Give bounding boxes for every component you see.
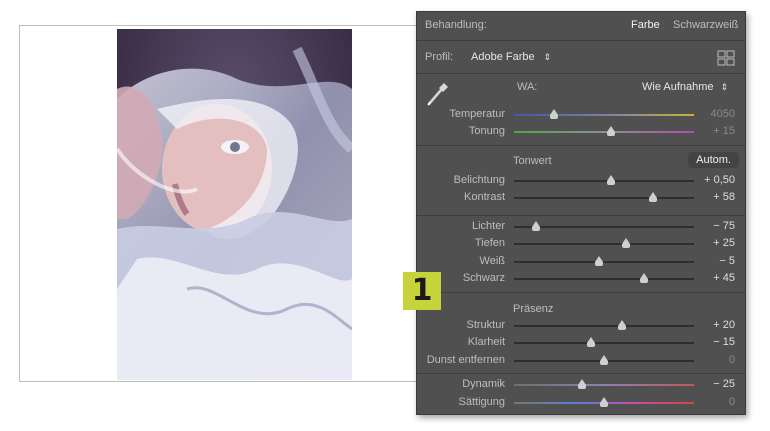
- wb-value: Wie Aufnahme: [642, 81, 714, 93]
- slider-thumb[interactable]: [587, 337, 596, 347]
- slider-track[interactable]: [514, 256, 694, 266]
- divider: [417, 215, 745, 216]
- slider-value[interactable]: + 20: [713, 319, 735, 331]
- slider-track[interactable]: [514, 397, 694, 407]
- slider-value[interactable]: + 45: [713, 272, 735, 284]
- slider-value[interactable]: − 5: [719, 255, 735, 267]
- profile-label: Profil:: [425, 51, 454, 63]
- slider-label: Belichtung: [453, 174, 505, 186]
- profile-value: Adobe Farbe: [471, 51, 535, 63]
- wb-row: WA: Wie Aufnahme ⇕: [417, 79, 745, 109]
- wb-select[interactable]: Wie Aufnahme ⇕: [642, 81, 728, 93]
- slider-track[interactable]: [514, 273, 694, 283]
- slider-value[interactable]: − 75: [713, 220, 735, 232]
- slider-value[interactable]: − 25: [713, 378, 735, 390]
- tone-heading-row: Tonwert Autom.: [417, 152, 745, 171]
- divider: [417, 73, 745, 74]
- slider-thumb[interactable]: [648, 192, 657, 202]
- slider-thumb[interactable]: [621, 238, 630, 248]
- slider-track[interactable]: [514, 337, 694, 347]
- slider-row-schwarz: Schwarz + 45: [417, 270, 745, 288]
- slider-track[interactable]: [514, 192, 694, 202]
- slider-track[interactable]: [514, 126, 694, 136]
- slider-label: Schwarz: [462, 272, 505, 284]
- slider-label: Struktur: [466, 319, 505, 331]
- slider-row-weiß: Weiß − 5: [417, 253, 745, 271]
- updown-icon: ⇕: [543, 52, 552, 62]
- slider-row-struktur: Struktur + 20: [417, 317, 745, 335]
- basic-panel: Behandlung: Farbe | Schwarzweiß Profil: …: [416, 11, 746, 415]
- slider-label: Weiß: [479, 255, 505, 267]
- slider-label: Tiefen: [474, 237, 505, 249]
- slider-row-kontrast: Kontrast + 58: [417, 189, 745, 207]
- treatment-color-option[interactable]: Farbe: [631, 19, 660, 31]
- divider: [417, 40, 745, 41]
- slider-value[interactable]: 0: [729, 354, 735, 366]
- slider-track[interactable]: [514, 221, 694, 231]
- slider-row-dunst-entfernen: Dunst entfernen 0: [417, 352, 745, 370]
- slider-track[interactable]: [514, 238, 694, 248]
- presence-heading: Präsenz: [513, 303, 554, 315]
- treatment-bw-option[interactable]: Schwarzweiß: [673, 19, 738, 31]
- slider-thumb[interactable]: [531, 221, 540, 231]
- slider-row-klarheit: Klarheit − 15: [417, 334, 745, 352]
- photo-art: [117, 29, 352, 380]
- slider-value[interactable]: + 15: [713, 125, 735, 137]
- slider-thumb[interactable]: [578, 379, 587, 389]
- slider-label: Dynamik: [462, 378, 505, 390]
- slider-value[interactable]: + 25: [713, 237, 735, 249]
- divider: [417, 373, 745, 374]
- slider-value[interactable]: + 0,50: [704, 174, 735, 186]
- slider-thumb[interactable]: [594, 256, 603, 266]
- treatment-separator: |: [662, 19, 665, 31]
- slider-row-lichter: Lichter − 75: [417, 218, 745, 236]
- slider-value[interactable]: 4050: [711, 108, 735, 120]
- step-badge: 1: [403, 272, 441, 310]
- treatment-label: Behandlung:: [425, 19, 487, 31]
- slider-thumb[interactable]: [600, 397, 608, 407]
- slider-row-sättigung: Sättigung 0: [417, 394, 745, 412]
- slider-value[interactable]: 0: [729, 396, 735, 408]
- slider-label: Kontrast: [464, 191, 505, 203]
- divider: [417, 292, 745, 293]
- slider-track[interactable]: [514, 109, 694, 119]
- slider-row-tiefen: Tiefen + 25: [417, 235, 745, 253]
- slider-thumb[interactable]: [639, 273, 648, 283]
- slider-thumb[interactable]: [618, 320, 626, 330]
- slider-track[interactable]: [514, 379, 694, 389]
- slider-label: Sättigung: [458, 396, 505, 408]
- slider-row-tonung: Tonung + 15: [417, 123, 745, 141]
- divider: [417, 145, 745, 146]
- slider-thumb[interactable]: [600, 355, 608, 365]
- slider-thumb[interactable]: [549, 109, 558, 119]
- slider-label: Klarheit: [467, 336, 505, 348]
- slider-label: Lichter: [471, 220, 505, 232]
- slider-track[interactable]: [514, 320, 694, 330]
- slider-value[interactable]: + 58: [713, 191, 735, 203]
- slider-row-belichtung: Belichtung + 0,50: [417, 172, 745, 190]
- slider-track[interactable]: [514, 355, 694, 365]
- slider-label: Temperatur: [449, 108, 505, 120]
- slider-value[interactable]: − 15: [713, 336, 735, 348]
- slider-track[interactable]: [514, 175, 694, 185]
- updown-icon: ⇕: [720, 82, 729, 92]
- auto-button[interactable]: Autom.: [688, 152, 739, 168]
- profile-row: Profil: Adobe Farbe ⇕: [417, 49, 745, 67]
- slider-row-dynamik: Dynamik − 25: [417, 376, 745, 394]
- slider-row-temperatur: Temperatur 4050: [417, 106, 745, 124]
- treatment-row: Behandlung: Farbe | Schwarzweiß: [417, 17, 745, 35]
- tone-heading: Tonwert: [513, 155, 552, 167]
- grid-icon[interactable]: [717, 50, 735, 69]
- profile-select[interactable]: Adobe Farbe ⇕: [471, 51, 551, 63]
- photo-preview: [117, 29, 352, 380]
- slider-thumb[interactable]: [607, 175, 616, 185]
- slider-label: Dunst entfernen: [426, 354, 505, 366]
- wb-label: WA:: [517, 81, 538, 93]
- slider-thumb[interactable]: [607, 126, 616, 136]
- slider-label: Tonung: [468, 125, 505, 137]
